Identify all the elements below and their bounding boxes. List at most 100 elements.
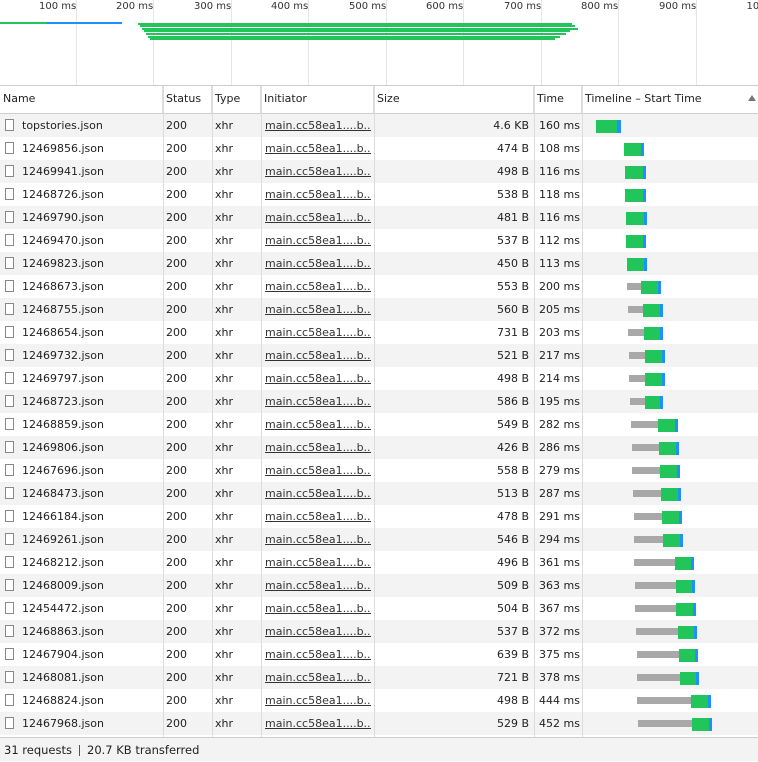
request-initiator-link[interactable]: main.cc58ea1....b... <box>265 390 371 413</box>
table-row[interactable]: 12468755.json 200 xhr main.cc58ea1....b... 5… <box>0 298 758 321</box>
timeline-overview[interactable]: 100 ms 200 ms 300 ms 400 ms 500 ms 600 ms 700 … <box>0 0 758 86</box>
request-name[interactable]: 12468654.json <box>22 321 162 344</box>
table-row[interactable]: 12468824.json 200 xhr main.cc58ea1....b... 4… <box>0 689 758 712</box>
table-row[interactable]: 12467696.json 200 xhr main.cc58ea1....b... 5… <box>0 459 758 482</box>
request-name[interactable]: 12469823.json <box>22 252 162 275</box>
request-name[interactable]: 12468755.json <box>22 298 162 321</box>
column-header-status[interactable]: Status <box>163 86 212 113</box>
table-row[interactable]: 12469797.json 200 xhr main.cc58ea1....b... 4… <box>0 367 758 390</box>
table-row[interactable]: 12467968.json 200 xhr main.cc58ea1....b... 5… <box>0 712 758 735</box>
table-row[interactable]: 12454472.json 200 xhr main.cc58ea1....b... 5… <box>0 597 758 620</box>
column-divider[interactable] <box>261 86 262 737</box>
table-row[interactable]: 12468863.json 200 xhr main.cc58ea1....b... 5… <box>0 620 758 643</box>
table-row[interactable]: 12468726.json 200 xhr main.cc58ea1....b... 5… <box>0 183 758 206</box>
table-row[interactable]: 12468473.json 200 xhr main.cc58ea1....b... 5… <box>0 482 758 505</box>
column-divider[interactable] <box>212 86 213 737</box>
request-initiator-link[interactable]: main.cc58ea1....b... <box>265 482 371 505</box>
table-row[interactable]: 12468859.json 200 xhr main.cc58ea1....b... 5… <box>0 413 758 436</box>
table-row[interactable]: 12469856.json 200 xhr main.cc58ea1....b... 4… <box>0 137 758 160</box>
table-row[interactable]: 12469470.json 200 xhr main.cc58ea1....b... 5… <box>0 229 758 252</box>
request-name[interactable]: 12469732.json <box>22 344 162 367</box>
table-row[interactable]: 12469823.json 200 xhr main.cc58ea1....b... 4… <box>0 252 758 275</box>
request-initiator-link[interactable]: main.cc58ea1....b... <box>265 643 371 666</box>
request-name[interactable]: 12454472.json <box>22 597 162 620</box>
request-initiator-link[interactable]: main.cc58ea1....b... <box>265 344 371 367</box>
request-name[interactable]: 12468009.json <box>22 574 162 597</box>
request-name[interactable]: 12468824.json <box>22 689 162 712</box>
request-name[interactable]: topstories.json <box>22 114 162 137</box>
table-row[interactable]: 12466184.json 200 xhr main.cc58ea1....b... 4… <box>0 505 758 528</box>
request-initiator-link[interactable]: main.cc58ea1....b... <box>265 367 371 390</box>
request-name[interactable]: 12469790.json <box>22 206 162 229</box>
request-name[interactable]: 12469856.json <box>22 137 162 160</box>
request-name[interactable]: 12467968.json <box>22 712 162 735</box>
request-initiator-link[interactable]: main.cc58ea1....b... <box>265 183 371 206</box>
request-initiator-link[interactable]: main.cc58ea1....b... <box>265 436 371 459</box>
table-row[interactable]: 12468009.json 200 xhr main.cc58ea1....b... 5… <box>0 574 758 597</box>
column-header-time[interactable]: Time <box>534 86 582 113</box>
request-initiator-link[interactable]: main.cc58ea1....b... <box>265 321 371 344</box>
request-name[interactable]: 12468673.json <box>22 275 162 298</box>
column-header-size[interactable]: Size <box>374 86 534 113</box>
overview-gridline <box>463 0 464 85</box>
request-initiator-link[interactable]: main.cc58ea1....b... <box>265 689 371 712</box>
request-initiator-link[interactable]: main.cc58ea1....b... <box>265 206 371 229</box>
table-row[interactable]: 12467904.json 200 xhr main.cc58ea1....b... 6… <box>0 643 758 666</box>
column-divider[interactable] <box>534 86 535 737</box>
table-row[interactable]: 12469732.json 200 xhr main.cc58ea1....b... 5… <box>0 344 758 367</box>
request-initiator-link[interactable]: main.cc58ea1....b... <box>265 620 371 643</box>
request-name[interactable]: 12467696.json <box>22 459 162 482</box>
request-initiator-link[interactable]: main.cc58ea1....b... <box>265 114 371 137</box>
request-name[interactable]: 12468726.json <box>22 183 162 206</box>
transferred-size: 20.7 KB transferred <box>87 743 200 757</box>
table-row[interactable]: 12469806.json 200 xhr main.cc58ea1....b... 4… <box>0 436 758 459</box>
request-name[interactable]: 12467904.json <box>22 643 162 666</box>
request-name[interactable]: 12469941.json <box>22 160 162 183</box>
request-initiator-link[interactable]: main.cc58ea1....b... <box>265 528 371 551</box>
request-initiator-link[interactable]: main.cc58ea1....b... <box>265 229 371 252</box>
overview-request-bar <box>0 22 122 24</box>
request-name[interactable]: 12468863.json <box>22 620 162 643</box>
column-header-name[interactable]: Name <box>0 86 163 113</box>
column-divider[interactable] <box>582 86 583 737</box>
column-divider[interactable] <box>163 86 164 737</box>
request-name[interactable]: 12468212.json <box>22 551 162 574</box>
table-row[interactable]: 12469941.json 200 xhr main.cc58ea1....b... 4… <box>0 160 758 183</box>
table-row[interactable]: 12468673.json 200 xhr main.cc58ea1....b... 5… <box>0 275 758 298</box>
request-name[interactable]: 12469797.json <box>22 367 162 390</box>
request-initiator-link[interactable]: main.cc58ea1....b... <box>265 505 371 528</box>
request-initiator-link[interactable]: main.cc58ea1....b... <box>265 413 371 436</box>
table-row[interactable]: 12468654.json 200 xhr main.cc58ea1....b... 7… <box>0 321 758 344</box>
column-header-initiator[interactable]: Initiator <box>261 86 374 113</box>
request-initiator-link[interactable]: main.cc58ea1....b... <box>265 712 371 735</box>
table-row[interactable]: 12468081.json 200 xhr main.cc58ea1....b... 7… <box>0 666 758 689</box>
request-initiator-link[interactable]: main.cc58ea1....b... <box>265 574 371 597</box>
request-initiator-link[interactable]: main.cc58ea1....b... <box>265 252 371 275</box>
request-name[interactable]: 12469806.json <box>22 436 162 459</box>
request-initiator-link[interactable]: main.cc58ea1....b... <box>265 551 371 574</box>
request-name[interactable]: 12468859.json <box>22 413 162 436</box>
column-header-type[interactable]: Type <box>212 86 261 113</box>
table-row[interactable]: 12469261.json 200 xhr main.cc58ea1....b... 5… <box>0 528 758 551</box>
table-row[interactable]: 12469790.json 200 xhr main.cc58ea1....b... 4… <box>0 206 758 229</box>
request-name[interactable]: 12469470.json <box>22 229 162 252</box>
request-name[interactable]: 12468723.json <box>22 390 162 413</box>
column-divider[interactable] <box>374 86 375 737</box>
table-row[interactable]: 12468212.json 200 xhr main.cc58ea1....b... 4… <box>0 551 758 574</box>
request-initiator-link[interactable]: main.cc58ea1....b... <box>265 459 371 482</box>
table-row[interactable]: 12468723.json 200 xhr main.cc58ea1....b... 5… <box>0 390 758 413</box>
request-name[interactable]: 12468081.json <box>22 666 162 689</box>
request-initiator-link[interactable]: main.cc58ea1....b... <box>265 666 371 689</box>
request-name[interactable]: 12469261.json <box>22 528 162 551</box>
table-row[interactable]: topstories.json 200 xhr main.cc58ea1....b..… <box>0 114 758 137</box>
request-name[interactable]: 12468473.json <box>22 482 162 505</box>
request-name[interactable]: 12466184.json <box>22 505 162 528</box>
request-initiator-link[interactable]: main.cc58ea1....b... <box>265 275 371 298</box>
request-initiator-link[interactable]: main.cc58ea1....b... <box>265 160 371 183</box>
column-header-timeline[interactable]: Timeline – Start Time <box>582 86 758 113</box>
request-size: 504 B <box>496 602 529 615</box>
request-initiator-link[interactable]: main.cc58ea1....b... <box>265 597 371 620</box>
timeline-waiting-bar <box>634 559 675 566</box>
request-initiator-link[interactable]: main.cc58ea1....b... <box>265 137 371 160</box>
request-initiator-link[interactable]: main.cc58ea1....b... <box>265 298 371 321</box>
